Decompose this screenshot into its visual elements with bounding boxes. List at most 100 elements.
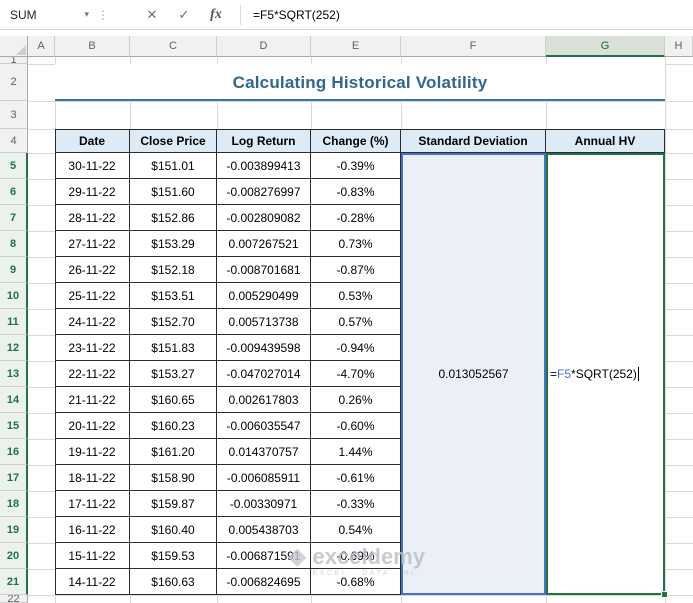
row-header-20[interactable]: 20 bbox=[0, 543, 28, 569]
data-cell-B18[interactable]: 17-11-22 bbox=[55, 491, 130, 517]
data-cell-B11[interactable]: 24-11-22 bbox=[55, 309, 130, 335]
row-header-4[interactable]: 4 bbox=[0, 129, 28, 153]
data-cell-E5[interactable]: -0.39% bbox=[311, 153, 401, 179]
data-cell-E7[interactable]: -0.28% bbox=[311, 205, 401, 231]
data-cell-B8[interactable]: 27-11-22 bbox=[55, 231, 130, 257]
annual-hv-editing-cell[interactable]: = F5 *SQRT(252) bbox=[546, 153, 665, 595]
data-cell-C18[interactable]: $159.87 bbox=[130, 491, 217, 517]
row-header-22[interactable]: 22 bbox=[0, 595, 28, 603]
data-cell-C17[interactable]: $158.90 bbox=[130, 465, 217, 491]
data-cell-C19[interactable]: $160.40 bbox=[130, 517, 217, 543]
data-cell-C10[interactable]: $153.51 bbox=[130, 283, 217, 309]
data-cell-B21[interactable]: 14-11-22 bbox=[55, 569, 130, 595]
data-cell-E15[interactable]: -0.60% bbox=[311, 413, 401, 439]
column-header-G[interactable]: G bbox=[546, 36, 665, 57]
data-cell-E18[interactable]: -0.33% bbox=[311, 491, 401, 517]
data-cell-C11[interactable]: $152.70 bbox=[130, 309, 217, 335]
data-cell-D20[interactable]: -0.006871591 bbox=[217, 543, 311, 569]
data-cell-D9[interactable]: -0.008701681 bbox=[217, 257, 311, 283]
data-cell-B14[interactable]: 21-11-22 bbox=[55, 387, 130, 413]
data-cell-D5[interactable]: -0.003899413 bbox=[217, 153, 311, 179]
data-cell-C8[interactable]: $153.29 bbox=[130, 231, 217, 257]
data-cell-C20[interactable]: $159.53 bbox=[130, 543, 217, 569]
data-cell-B9[interactable]: 26-11-22 bbox=[55, 257, 130, 283]
data-cell-E21[interactable]: -0.68% bbox=[311, 569, 401, 595]
row-header-12[interactable]: 12 bbox=[0, 335, 28, 361]
insert-function-icon[interactable]: fx bbox=[200, 0, 232, 30]
data-cell-E8[interactable]: 0.73% bbox=[311, 231, 401, 257]
row-header-19[interactable]: 19 bbox=[0, 517, 28, 543]
row-header-11[interactable]: 11 bbox=[0, 309, 28, 335]
data-cell-D18[interactable]: -0.00330971 bbox=[217, 491, 311, 517]
data-cell-C15[interactable]: $160.23 bbox=[130, 413, 217, 439]
data-cell-D10[interactable]: 0.005290499 bbox=[217, 283, 311, 309]
row-header-7[interactable]: 7 bbox=[0, 205, 28, 231]
column-header-H[interactable]: H bbox=[665, 36, 693, 57]
data-cell-E6[interactable]: -0.83% bbox=[311, 179, 401, 205]
data-cell-D15[interactable]: -0.006035547 bbox=[217, 413, 311, 439]
column-header-A[interactable]: A bbox=[28, 36, 55, 57]
data-cell-D16[interactable]: 0.014370757 bbox=[217, 439, 311, 465]
formula-input[interactable]: =F5*SQRT(252) bbox=[249, 0, 693, 30]
data-cell-C16[interactable]: $161.20 bbox=[130, 439, 217, 465]
column-header-F[interactable]: F bbox=[401, 36, 546, 57]
data-cell-B16[interactable]: 19-11-22 bbox=[55, 439, 130, 465]
data-cell-B12[interactable]: 23-11-22 bbox=[55, 335, 130, 361]
data-cell-E13[interactable]: -4.70% bbox=[311, 361, 401, 387]
select-all-button[interactable] bbox=[0, 36, 28, 57]
data-cell-C5[interactable]: $151.01 bbox=[130, 153, 217, 179]
data-cell-D14[interactable]: 0.002617803 bbox=[217, 387, 311, 413]
row-header-16[interactable]: 16 bbox=[0, 439, 28, 465]
row-header-1[interactable]: 1 bbox=[0, 57, 28, 64]
data-cell-E20[interactable]: -0.69% bbox=[311, 543, 401, 569]
data-cell-C13[interactable]: $153.27 bbox=[130, 361, 217, 387]
data-cell-D21[interactable]: -0.006824695 bbox=[217, 569, 311, 595]
data-cell-E10[interactable]: 0.53% bbox=[311, 283, 401, 309]
standard-deviation-merged-cell[interactable]: 0.013052567 bbox=[401, 153, 546, 595]
data-cell-C9[interactable]: $152.18 bbox=[130, 257, 217, 283]
column-header-B[interactable]: B bbox=[55, 36, 130, 57]
data-cell-C6[interactable]: $151.60 bbox=[130, 179, 217, 205]
data-cell-D8[interactable]: 0.007267521 bbox=[217, 231, 311, 257]
column-header-D[interactable]: D bbox=[217, 36, 311, 57]
data-cell-B19[interactable]: 16-11-22 bbox=[55, 517, 130, 543]
data-cell-E11[interactable]: 0.57% bbox=[311, 309, 401, 335]
row-header-10[interactable]: 10 bbox=[0, 283, 28, 309]
data-cell-E17[interactable]: -0.61% bbox=[311, 465, 401, 491]
row-header-5[interactable]: 5 bbox=[0, 153, 28, 179]
data-cell-C21[interactable]: $160.63 bbox=[130, 569, 217, 595]
row-header-18[interactable]: 18 bbox=[0, 491, 28, 517]
data-cell-E16[interactable]: 1.44% bbox=[311, 439, 401, 465]
data-cell-C14[interactable]: $160.65 bbox=[130, 387, 217, 413]
data-cell-D12[interactable]: -0.009439598 bbox=[217, 335, 311, 361]
row-header-2[interactable]: 2 bbox=[0, 64, 28, 101]
data-cell-E9[interactable]: -0.87% bbox=[311, 257, 401, 283]
column-header-C[interactable]: C bbox=[130, 36, 217, 57]
column-header-E[interactable]: E bbox=[311, 36, 401, 57]
row-header-9[interactable]: 9 bbox=[0, 257, 28, 283]
enter-icon[interactable]: ✓ bbox=[168, 0, 200, 30]
data-cell-E19[interactable]: 0.54% bbox=[311, 517, 401, 543]
data-cell-B5[interactable]: 30-11-22 bbox=[55, 153, 130, 179]
name-box[interactable]: SUM ▾ bbox=[0, 0, 96, 30]
fill-handle[interactable] bbox=[661, 591, 668, 598]
data-cell-E12[interactable]: -0.94% bbox=[311, 335, 401, 361]
row-header-8[interactable]: 8 bbox=[0, 231, 28, 257]
data-cell-B20[interactable]: 15-11-22 bbox=[55, 543, 130, 569]
data-cell-D17[interactable]: -0.006085911 bbox=[217, 465, 311, 491]
data-cell-B6[interactable]: 29-11-22 bbox=[55, 179, 130, 205]
data-cell-C12[interactable]: $151.83 bbox=[130, 335, 217, 361]
data-cell-D6[interactable]: -0.008276997 bbox=[217, 179, 311, 205]
row-header-21[interactable]: 21 bbox=[0, 569, 28, 595]
row-header-17[interactable]: 17 bbox=[0, 465, 28, 491]
cancel-icon[interactable]: ✕ bbox=[136, 0, 168, 30]
data-cell-B7[interactable]: 28-11-22 bbox=[55, 205, 130, 231]
row-header-15[interactable]: 15 bbox=[0, 413, 28, 439]
row-header-6[interactable]: 6 bbox=[0, 179, 28, 205]
name-box-dropdown-icon[interactable]: ▾ bbox=[84, 9, 89, 20]
data-cell-D7[interactable]: -0.002809082 bbox=[217, 205, 311, 231]
row-header-3[interactable]: 3 bbox=[0, 101, 28, 129]
data-cell-B15[interactable]: 20-11-22 bbox=[55, 413, 130, 439]
data-cell-B13[interactable]: 22-11-22 bbox=[55, 361, 130, 387]
data-cell-C7[interactable]: $152.86 bbox=[130, 205, 217, 231]
